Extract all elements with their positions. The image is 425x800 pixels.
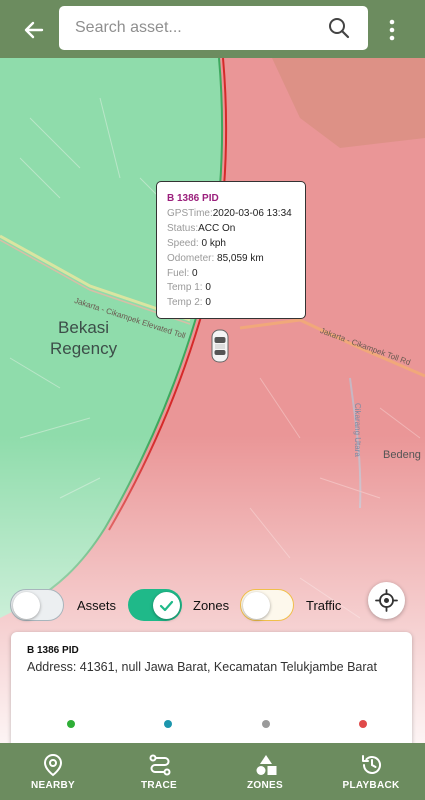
toggle-knob	[243, 592, 270, 619]
popup-row-temp2: Temp 2: 0	[167, 297, 211, 309]
popup-row-speed: Speed: 0 kph	[167, 237, 226, 249]
traffic-toggle-label: Traffic	[306, 598, 342, 613]
popup-row-gpstime: GPSTime:2020-03-06 13:34	[167, 207, 292, 219]
traffic-toggle[interactable]	[240, 589, 294, 621]
bottom-navigation: NEARBY TRACE ZONES PLAYBACK	[0, 743, 425, 800]
search-icon[interactable]	[328, 17, 350, 39]
asset-address: Address: 41361, null Jawa Barat, Kecamat…	[27, 660, 377, 674]
map-layer-toggles: Assets Zones Traffic	[0, 586, 425, 626]
zones-toggle[interactable]	[128, 589, 182, 621]
nav-nearby[interactable]: NEARBY	[0, 743, 106, 800]
toggle-knob	[153, 592, 180, 619]
shapes-icon	[256, 755, 277, 775]
zones-toggle-label: Zones	[193, 598, 230, 613]
arrow-left-icon	[24, 21, 44, 39]
nav-label: ZONES	[247, 780, 283, 791]
assets-toggle[interactable]	[10, 589, 64, 621]
search-input[interactable]	[75, 17, 315, 39]
search-box[interactable]	[59, 6, 368, 50]
assets-toggle-label: Assets	[77, 598, 117, 613]
map-region-label: Bekasi Regency	[50, 317, 117, 359]
overflow-menu-button[interactable]	[382, 16, 402, 44]
nav-zones[interactable]: ZONES	[212, 743, 318, 800]
check-icon	[159, 600, 174, 612]
road-label-cikarang: Cikarang Utara	[353, 403, 362, 457]
popup-row-status: Status:ACC On	[167, 222, 236, 234]
nav-playback[interactable]: PLAYBACK	[318, 743, 424, 800]
history-icon	[362, 755, 381, 774]
asset-info-popup[interactable]: B 1386 PID GPSTime:2020-03-06 13:34 Stat…	[156, 181, 306, 319]
region-name: Bekasi Regency	[50, 318, 118, 358]
location-pin-icon	[43, 753, 63, 777]
nav-label: NEARBY	[30, 780, 76, 791]
nav-label: PLAYBACK	[342, 780, 400, 791]
toggle-knob	[13, 592, 40, 619]
toggle-icon	[152, 718, 174, 730]
crosshair-icon	[375, 589, 398, 612]
popup-row-temp1: Temp 1: 0	[167, 282, 211, 294]
back-button[interactable]	[20, 16, 48, 44]
asset-name: B 1386 PID	[27, 645, 79, 656]
car-marker-icon[interactable]	[211, 329, 229, 363]
popup-asset-title: B 1386 PID	[167, 193, 219, 204]
popup-row-odometer: Odometer: 85,059 km	[167, 252, 264, 264]
nav-trace[interactable]: TRACE	[106, 743, 212, 800]
route-icon	[149, 754, 171, 776]
toggle-icon	[250, 718, 272, 730]
popup-row-fuel: Fuel: 0	[167, 267, 198, 279]
toggle-icon	[55, 718, 77, 730]
top-bar	[0, 0, 425, 58]
more-vertical-icon	[389, 19, 395, 41]
my-location-button[interactable]	[368, 582, 405, 619]
toggle-icon	[347, 718, 369, 730]
nav-label: TRACE	[141, 780, 177, 791]
place-label-bedeng: Bedeng	[383, 449, 421, 461]
